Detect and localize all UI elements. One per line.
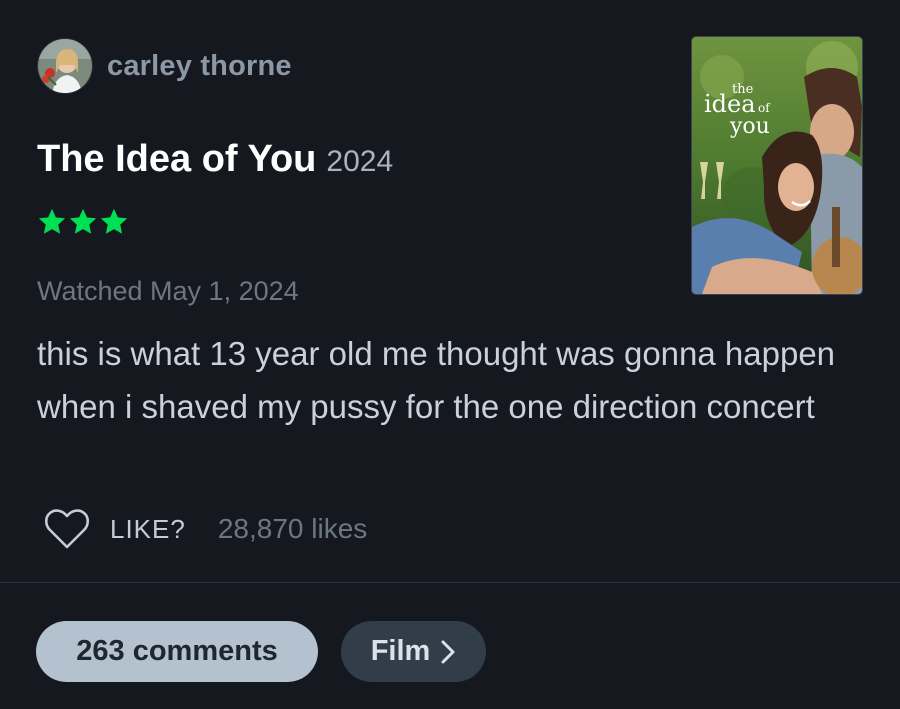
comments-button[interactable]: 263 comments [36, 621, 318, 682]
star-icon [100, 208, 128, 234]
film-year[interactable]: 2024 [326, 145, 393, 179]
likes-count[interactable]: 28,870 likes [218, 513, 367, 545]
star-rating [37, 207, 130, 237]
like-row: LIKE? 28,870 likes [44, 508, 367, 550]
star-icon [38, 208, 66, 234]
poster-title-of: of [758, 101, 771, 115]
poster-title-you: you [729, 114, 770, 139]
film-poster[interactable]: the idea of you [691, 36, 863, 295]
review-header: carley thorne [37, 38, 292, 94]
film-title-row: The Idea of You 2024 [37, 138, 393, 181]
review-page: carley thorne The Idea of You 2024 Watch… [0, 0, 900, 709]
review-text: this is what 13 year old me thought was … [37, 335, 836, 425]
like-button[interactable]: LIKE? [110, 514, 186, 545]
star-icon [69, 208, 97, 234]
chevron-right-icon [441, 640, 455, 663]
avatar[interactable] [37, 38, 93, 94]
divider [0, 582, 900, 583]
heart-outline-icon[interactable] [44, 508, 90, 550]
film-title[interactable]: The Idea of You [37, 138, 316, 181]
watched-date: Watched May 1, 2024 [37, 276, 299, 306]
comments-button-label: 263 comments [76, 635, 278, 667]
username[interactable]: carley thorne [107, 50, 292, 83]
film-button-label: Film [370, 635, 431, 667]
film-button[interactable]: Film [341, 621, 486, 682]
